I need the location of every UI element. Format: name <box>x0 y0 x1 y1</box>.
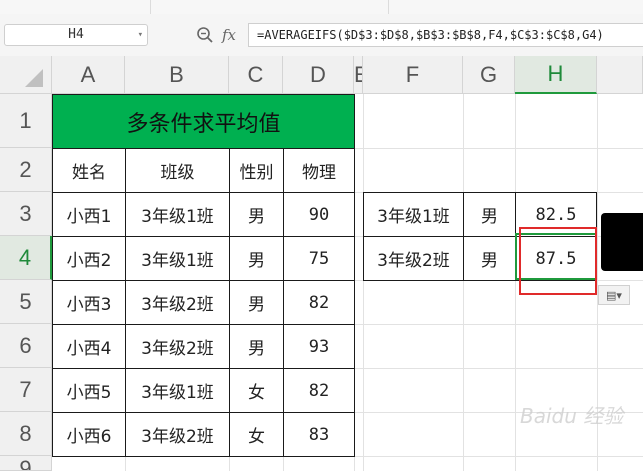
cell-physics[interactable]: 93 <box>283 324 355 369</box>
magnifier-icon[interactable] <box>196 23 216 47</box>
column-header-f[interactable]: F <box>363 56 463 94</box>
cell-gender[interactable]: 男 <box>229 324 284 369</box>
row-header-3[interactable]: 3 <box>0 192 52 236</box>
cell-class[interactable]: 3年级1班 <box>125 236 230 281</box>
cell-gender[interactable]: 男 <box>229 280 284 325</box>
cell-name[interactable]: 小西2 <box>52 236 126 281</box>
cell-name[interactable]: 小西4 <box>52 324 126 369</box>
row-header-1[interactable]: 1 <box>0 94 52 148</box>
column-header-c[interactable]: C <box>229 56 283 94</box>
paste-options-icon[interactable]: ▤▾ <box>598 285 630 305</box>
fx-icon[interactable]: fx <box>222 23 242 47</box>
cell-gender[interactable]: 女 <box>229 412 284 457</box>
formula-bar: H4 ▾ fx =AVERAGEIFS($D$3:$D$8,$B$3:$B$8,… <box>0 14 643 57</box>
row-header-6[interactable]: 6 <box>0 324 52 368</box>
cell-physics[interactable]: 82 <box>283 368 355 413</box>
column-header-h[interactable]: H <box>515 56 597 94</box>
cell-name[interactable]: 小西5 <box>52 368 126 413</box>
top-strip <box>0 0 643 15</box>
cell-name[interactable]: 小西6 <box>52 412 126 457</box>
cell-gender[interactable]: 女 <box>229 368 284 413</box>
row-header-7[interactable]: 7 <box>0 368 52 412</box>
column-header-g[interactable]: G <box>463 56 515 94</box>
cell-name[interactable]: 小西1 <box>52 192 126 237</box>
cell-class[interactable]: 3年级2班 <box>125 280 230 325</box>
cell-class[interactable]: 3年级2班 <box>125 324 230 369</box>
row-header-8[interactable]: 8 <box>0 412 52 456</box>
column-header-a[interactable]: A <box>52 56 125 94</box>
table-title[interactable]: 多条件求平均值 <box>52 94 355 149</box>
select-all-corner[interactable] <box>0 56 52 94</box>
name-box[interactable]: H4 ▾ <box>4 24 148 46</box>
strip-divider <box>388 0 389 14</box>
cell-gender[interactable]: 男 <box>229 236 284 281</box>
column-header-blank[interactable] <box>597 56 643 94</box>
cell-class[interactable]: 3年级1班 <box>125 192 230 237</box>
cell-gender[interactable]: 男 <box>229 192 284 237</box>
formula-input[interactable]: =AVERAGEIFS($D$3:$D$8,$B$3:$B$8,F4,$C$3:… <box>248 23 643 47</box>
cell-name[interactable]: 小西3 <box>52 280 126 325</box>
criteria-result[interactable]: 82.5 <box>515 192 597 237</box>
header-gender[interactable]: 性别 <box>229 148 284 193</box>
criteria-class[interactable]: 3年级2班 <box>363 236 464 281</box>
cell-class[interactable]: 3年级1班 <box>125 368 230 413</box>
header-physics[interactable]: 物理 <box>283 148 355 193</box>
row-header-5[interactable]: 5 <box>0 280 52 324</box>
criteria-gender[interactable]: 男 <box>463 236 516 281</box>
cell-class[interactable]: 3年级2班 <box>125 412 230 457</box>
column-header-d[interactable]: D <box>283 56 354 94</box>
header-name[interactable]: 姓名 <box>52 148 126 193</box>
row-header-2[interactable]: 2 <box>0 148 52 192</box>
criteria-gender[interactable]: 男 <box>463 192 516 237</box>
criteria-result-active[interactable]: 87.5 <box>515 236 597 281</box>
row-header-9[interactable]: 9 <box>0 456 52 471</box>
redacted-block <box>601 213 643 271</box>
column-header-b[interactable]: B <box>125 56 229 94</box>
strip-divider <box>150 0 151 14</box>
cell-physics[interactable]: 82 <box>283 280 355 325</box>
row-header-4[interactable]: 4 <box>0 236 52 280</box>
column-header-e[interactable]: E <box>354 56 363 94</box>
cell-physics[interactable]: 75 <box>283 236 355 281</box>
header-class[interactable]: 班级 <box>125 148 230 193</box>
name-box-value: H4 <box>68 27 84 42</box>
cell-physics[interactable]: 83 <box>283 412 355 457</box>
chevron-down-icon[interactable]: ▾ <box>138 25 143 45</box>
watermark: Baidu 经验 <box>520 404 624 428</box>
cell-physics[interactable]: 90 <box>283 192 355 237</box>
criteria-class[interactable]: 3年级1班 <box>363 192 464 237</box>
